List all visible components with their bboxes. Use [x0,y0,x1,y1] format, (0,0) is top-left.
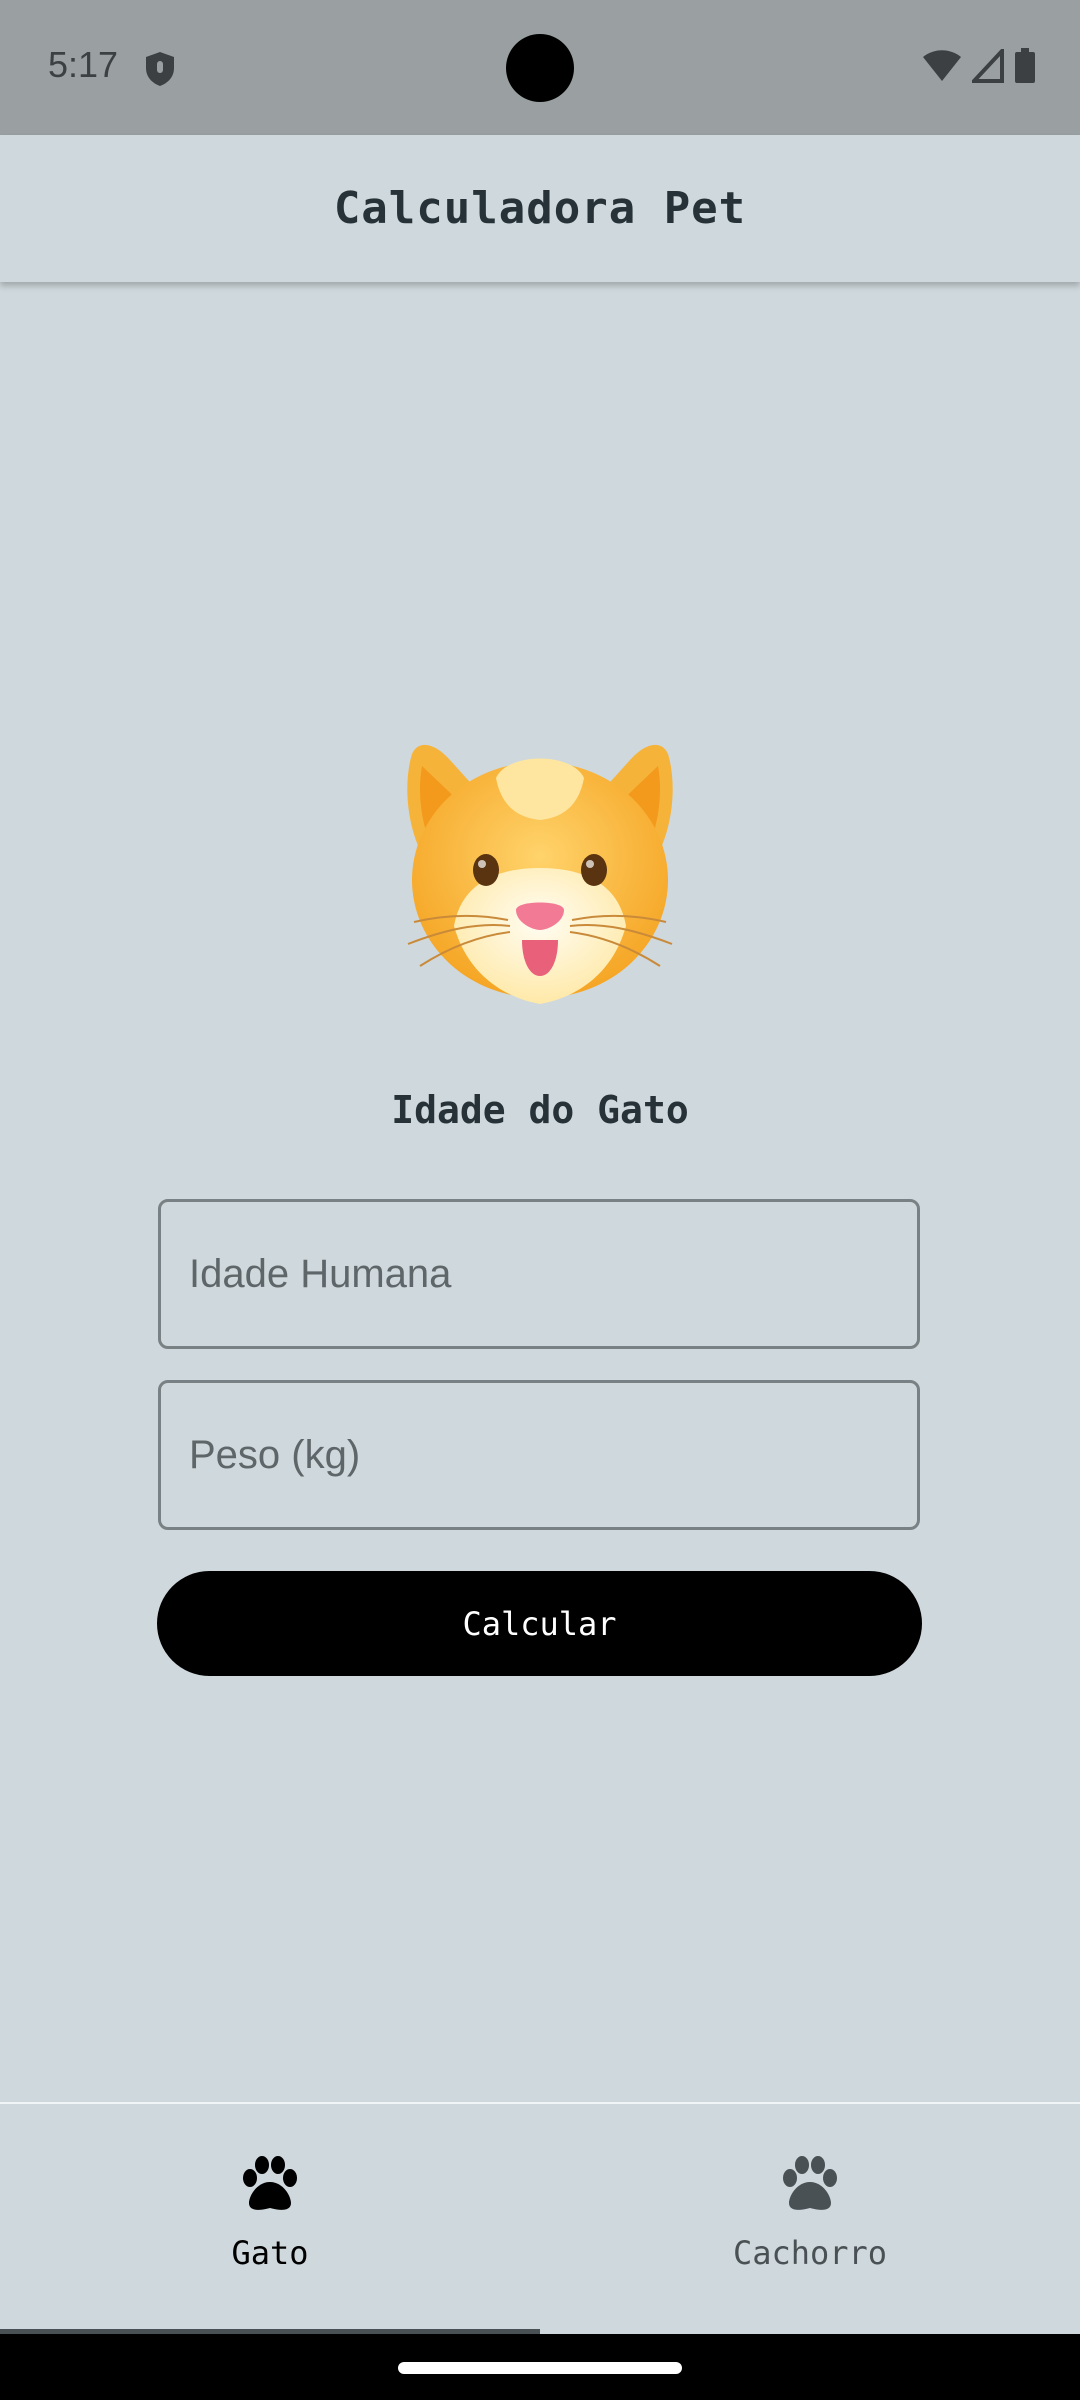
paw-icon [241,2156,299,2212]
section-title: Idade do Gato [391,1088,689,1132]
status-bar: 5:17 [0,0,1080,135]
nav-item-cachorro[interactable]: Cachorro [540,2104,1080,2332]
app-title: Calculadora Pet [333,183,747,234]
weight-field[interactable] [158,1380,920,1530]
nav-item-gato[interactable]: Gato [0,2104,540,2332]
bottom-navigation: Gato Cachorro [0,2102,1080,2332]
human-age-field[interactable] [158,1199,920,1349]
human-age-input[interactable] [161,1202,917,1346]
cat-face-emoji [398,730,682,1014]
wifi-icon [922,49,962,88]
camera-cutout [506,34,574,102]
home-gesture-handle[interactable] [398,2362,682,2374]
weight-input[interactable] [161,1383,917,1527]
paw-icon [781,2156,839,2212]
battery-icon [1014,48,1036,89]
nav-label-cachorro: Cachorro [732,2234,888,2272]
nav-label-gato: Gato [231,2234,309,2272]
status-time: 5:17 [48,44,119,85]
app-bar: Calculadora Pet [0,135,1080,282]
shield-icon [144,50,176,93]
signal-icon [969,45,1004,88]
calculate-button[interactable]: Calcular [157,1571,922,1676]
